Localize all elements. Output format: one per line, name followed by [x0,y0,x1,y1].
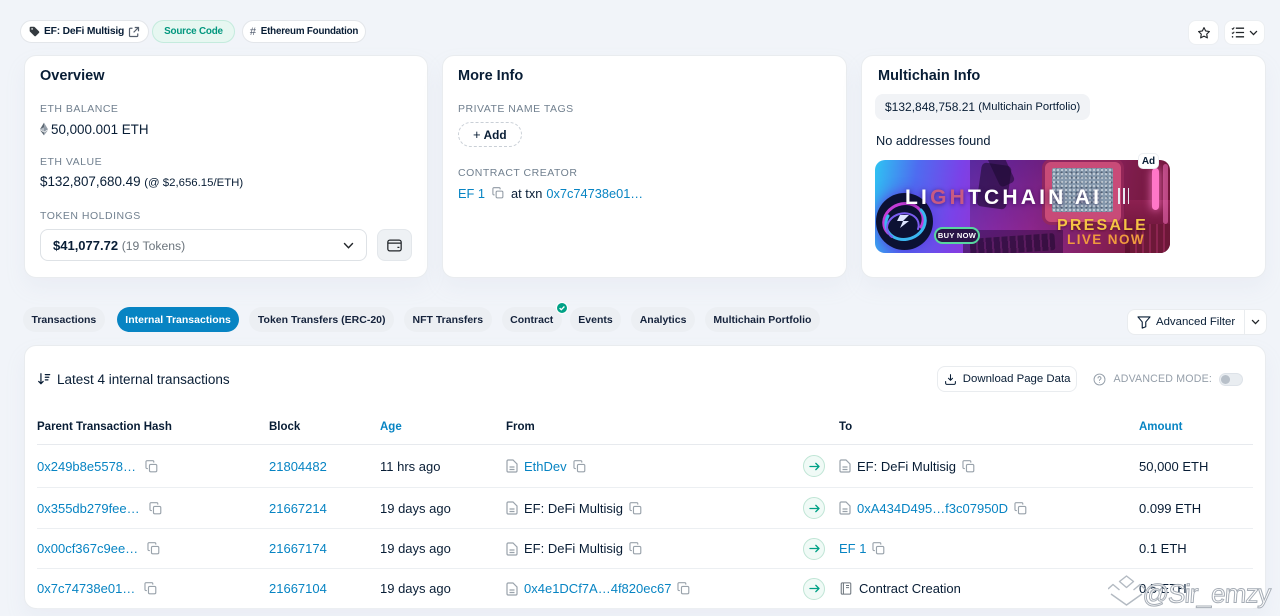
svg-text:@Sir_emzy: @Sir_emzy [1142,579,1272,609]
